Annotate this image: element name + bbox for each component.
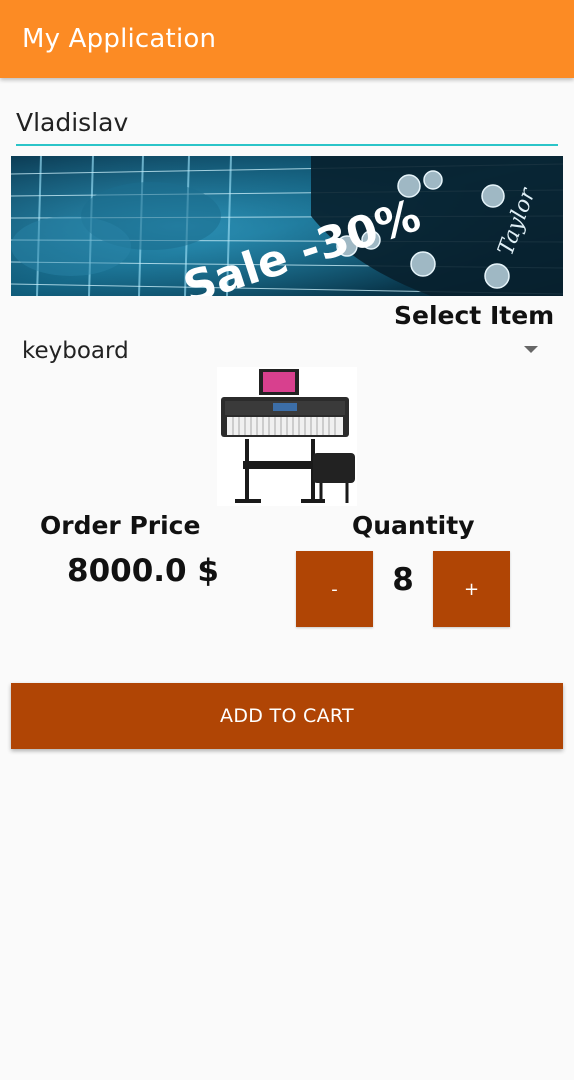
dropdown-arrow-icon[interactable]: [524, 346, 538, 353]
name-input[interactable]: Vladislav: [16, 100, 558, 148]
app-title: My Application: [22, 24, 217, 54]
item-dropdown[interactable]: keyboard: [12, 332, 552, 372]
add-to-cart-button[interactable]: ADD TO CART: [11, 683, 563, 749]
product-image: [217, 367, 357, 506]
item-dropdown-value: keyboard: [22, 338, 129, 364]
app-bar: My Application: [0, 0, 574, 78]
quantity-value: 8: [392, 562, 414, 598]
quantity-label: Quantity: [352, 511, 475, 540]
name-input-value[interactable]: Vladislav: [16, 108, 128, 137]
increment-button[interactable]: +: [433, 551, 510, 627]
keyboard-product-image: [217, 367, 357, 506]
select-item-label: Select Item: [394, 301, 555, 330]
name-input-underline: [16, 144, 558, 146]
guitar-banner-image: Taylor Sale -30%: [11, 156, 563, 296]
order-price-label: Order Price: [40, 511, 201, 540]
order-price-value: 8000.0 $: [67, 553, 219, 589]
decrement-button[interactable]: -: [296, 551, 373, 627]
sale-banner: Taylor Sale -30%: [11, 156, 563, 296]
